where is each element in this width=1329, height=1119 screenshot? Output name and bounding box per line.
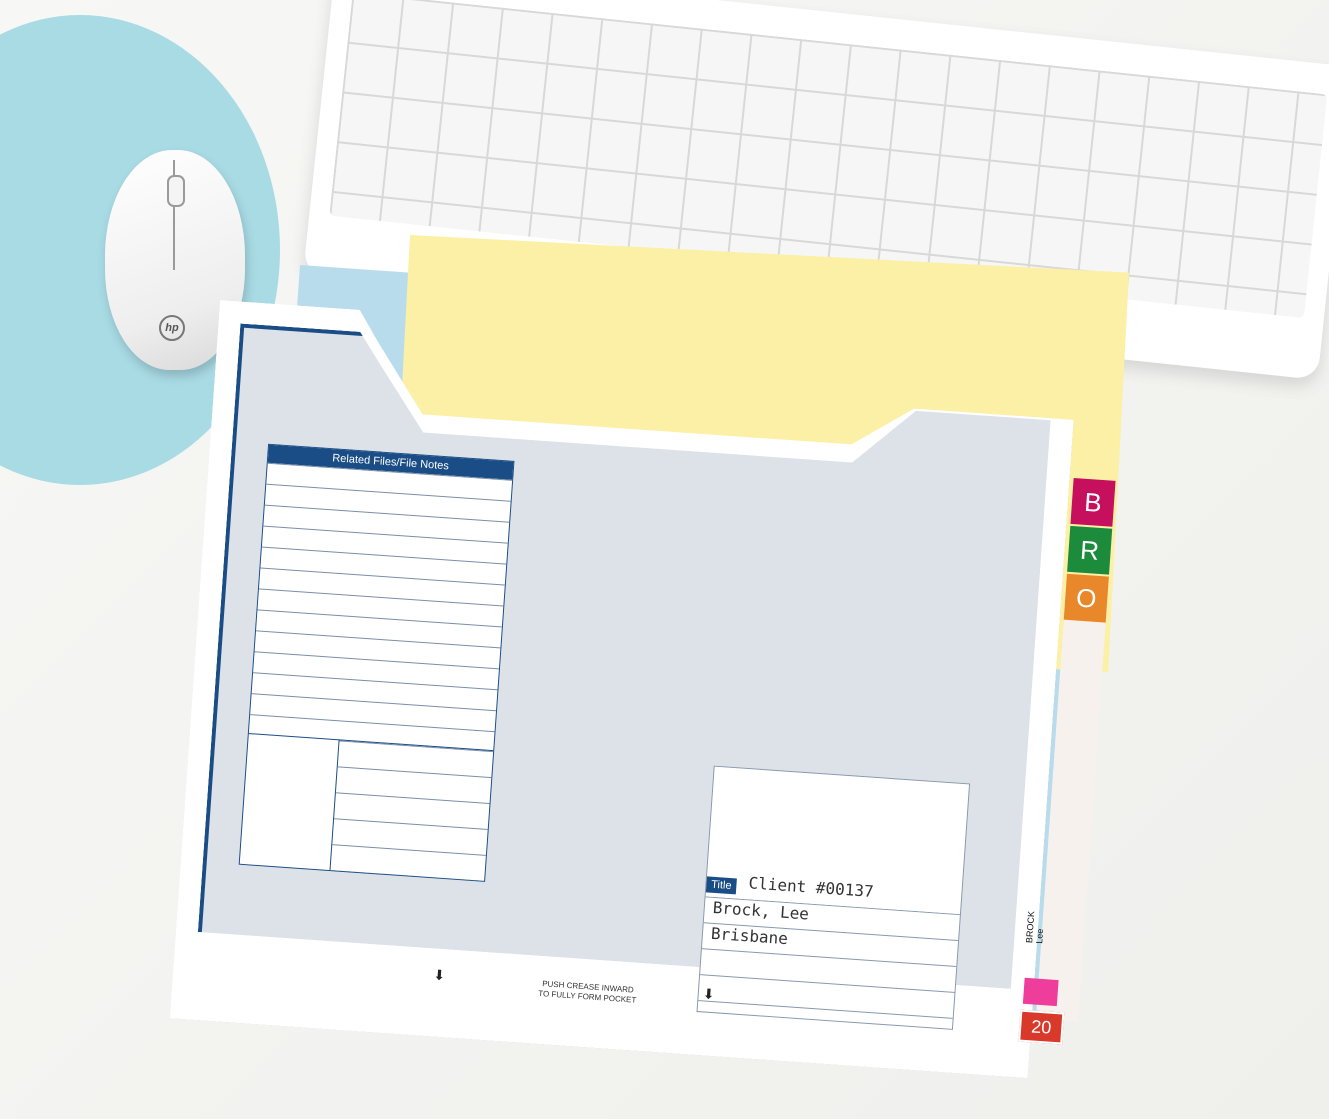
notes-box <box>239 733 340 871</box>
related-files-notes: Related Files/File Notes <box>238 443 515 882</box>
file-folder: Related Files/File Notes Title Client #0… <box>167 300 1116 1115</box>
desk-scene: hp hp Related Files/File Notes Title Cli… <box>0 0 1329 1119</box>
side-name-label: BROCK Lee <box>1024 911 1046 944</box>
year-tab: 20 <box>1018 1009 1065 1045</box>
pink-color-tab <box>1022 977 1059 1007</box>
hp-logo-icon: hp <box>159 315 185 341</box>
index-tab-r: R <box>1067 525 1113 575</box>
title-card: Title Client #00137 Brock, Lee Brisbane <box>696 765 971 1030</box>
notes-lines <box>249 462 513 735</box>
index-tab-b: B <box>1070 477 1116 527</box>
handwritten-line-1: Client #00137 <box>747 873 875 902</box>
index-tab-o: O <box>1063 573 1109 623</box>
down-arrow-icon: ⬇ <box>432 966 446 984</box>
title-label: Title <box>705 876 737 895</box>
down-arrow-icon: ⬇ <box>702 985 716 1003</box>
scroll-wheel-icon <box>167 175 185 207</box>
notes-box-lines <box>330 739 494 881</box>
